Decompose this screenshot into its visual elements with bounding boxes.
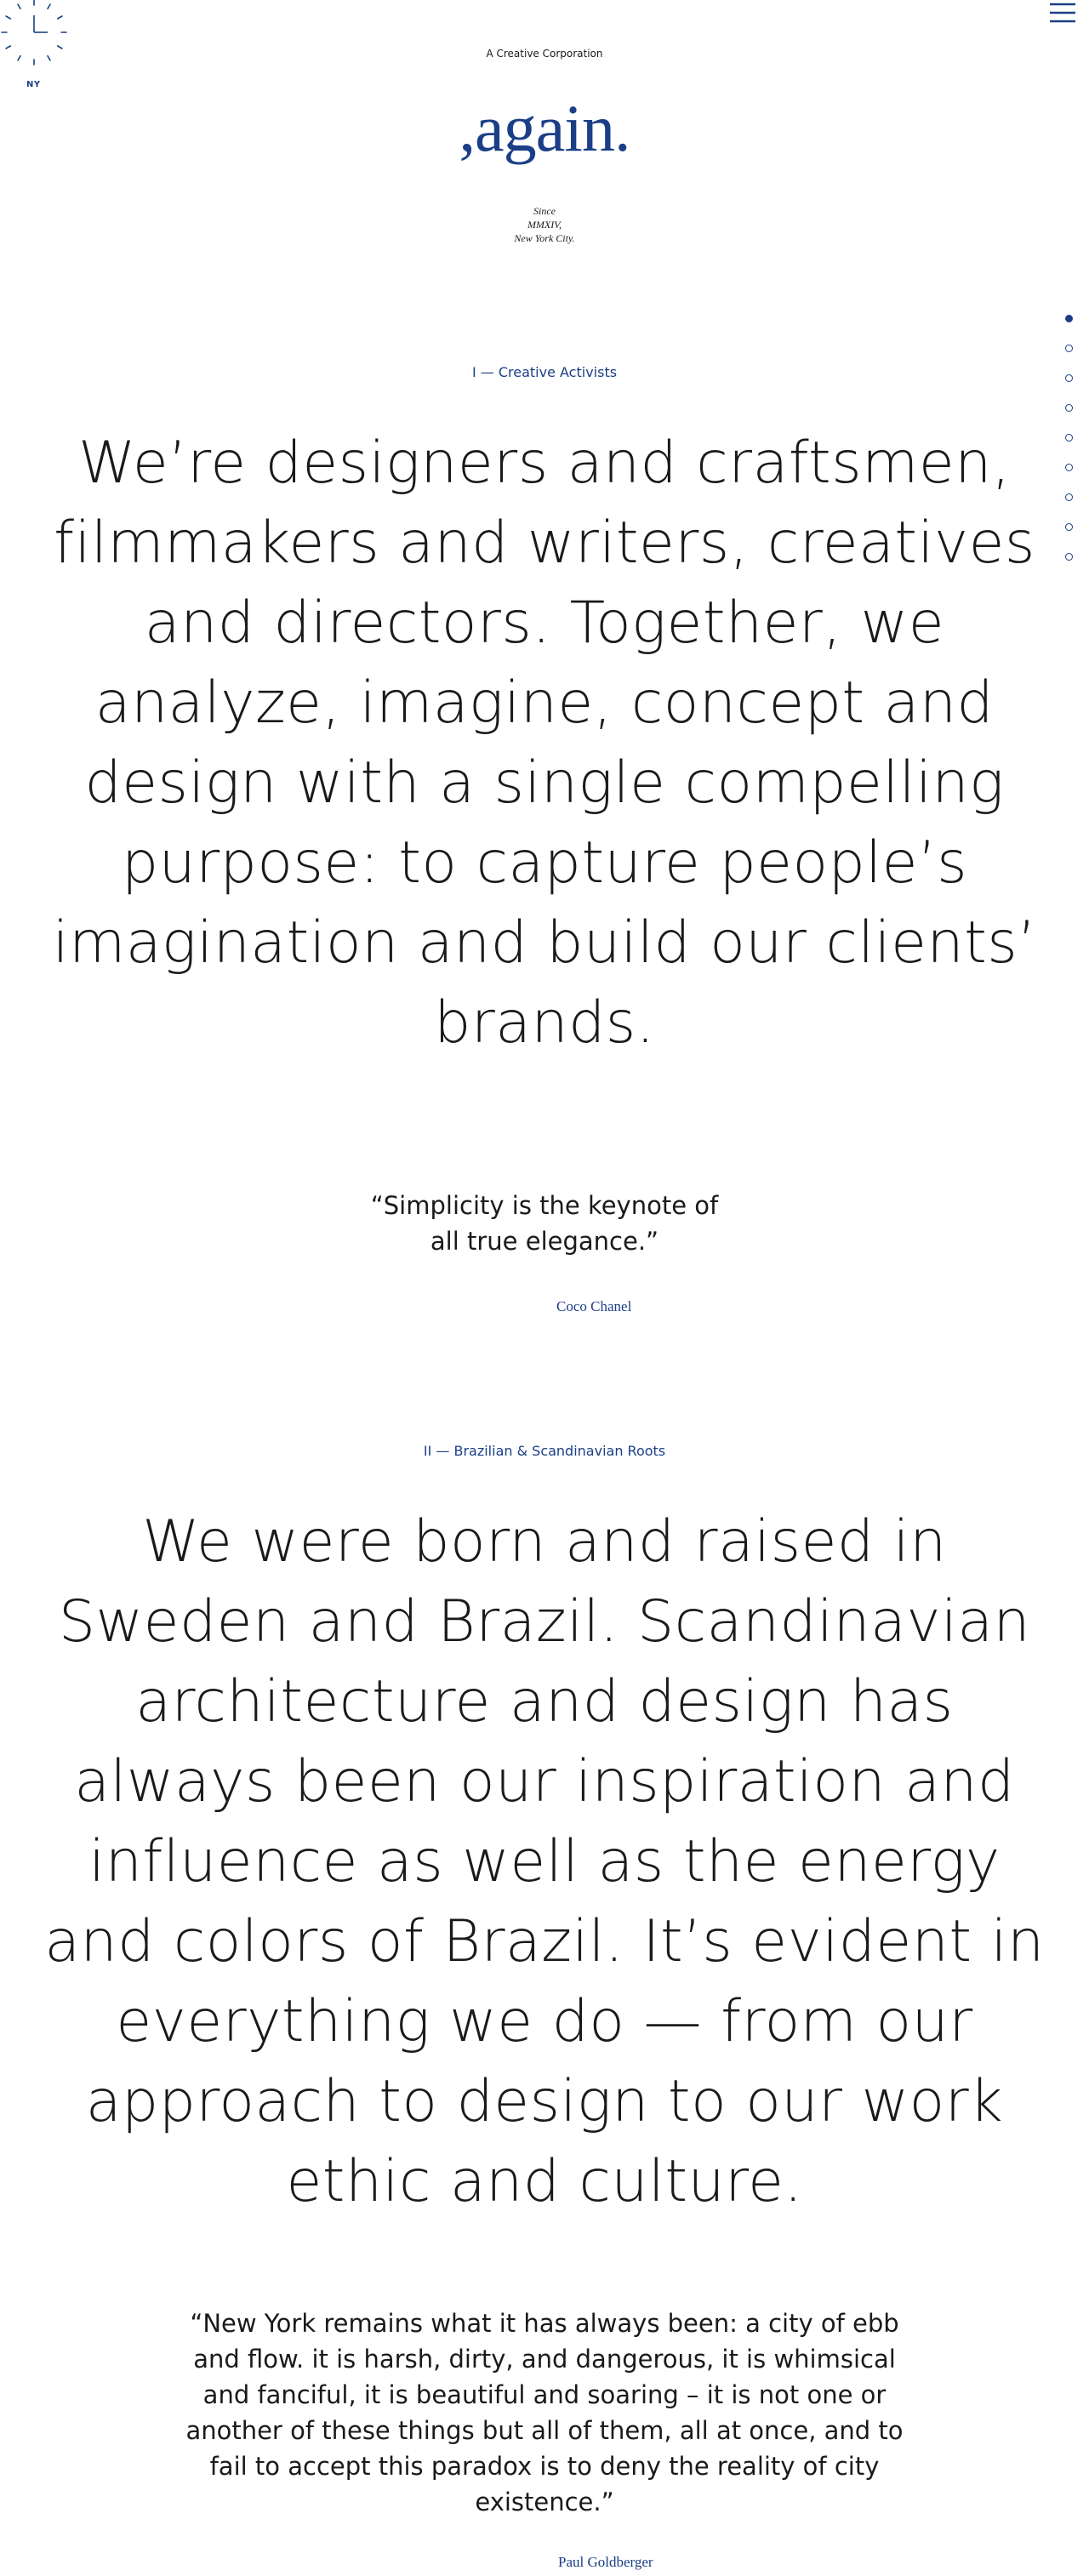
section-dot-8[interactable] [1065,523,1073,531]
section-statement-creative-activists: We’re designers and craftsmen, filmmaker… [52,430,1037,1057]
section-dot-7[interactable] [1065,493,1073,501]
clock-city-label: NY [26,80,41,89]
section-dot-1[interactable] [1065,315,1073,322]
section-label-roots: II — Brazilian & Scandinavian Roots [423,1443,666,1459]
clock-widget [0,0,68,71]
since-line: New York City. [514,232,575,244]
quote-chanel: “Simplicity is the keynote of all true e… [370,1191,719,1256]
tagline: A Creative Corporation [486,48,603,60]
section-dot-5[interactable] [1065,434,1073,442]
logo[interactable]: ,again. [0,90,1089,167]
section-dot-9[interactable] [1065,553,1073,561]
section-dot-4[interactable] [1065,404,1073,412]
quote-author-goldberger: Paul Goldberger [558,2554,653,2570]
since-line: MMXIV, [527,219,562,231]
section-dot-6[interactable] [1065,464,1073,471]
quote-goldberger: “New York remains what it has always bee… [185,2309,904,2516]
section-dot-2[interactable] [1065,345,1073,352]
hamburger-menu-icon[interactable] [1048,0,1077,29]
quote-author-chanel: Coco Chanel [556,1298,632,1314]
since-line: Since [533,205,556,217]
section-label-creative-activists: I — Creative Activists [471,364,618,380]
section-dots-nav [1065,315,1077,583]
section-statement-roots: We were born and raised in Sweden and Br… [44,1508,1045,2215]
since-text: Since MMXIV, New York City. [0,204,1089,245]
clock-icon [1,0,67,66]
